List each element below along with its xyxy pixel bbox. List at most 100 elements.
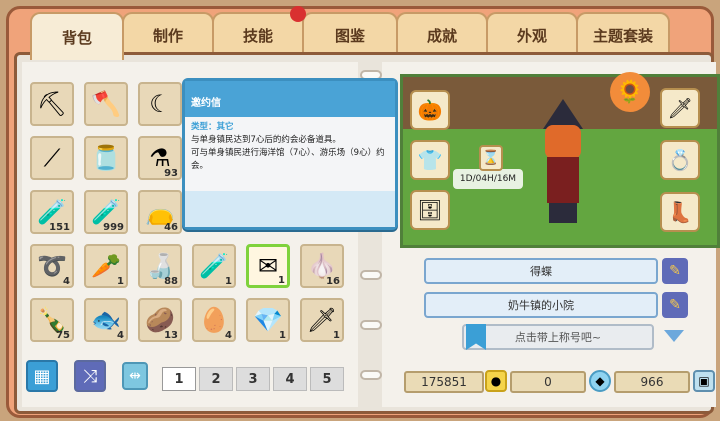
inventory-slot[interactable]: 🪓 <box>84 82 128 126</box>
inventory-slot[interactable]: 💎 1 <box>246 298 290 342</box>
token-counter: 966 <box>614 371 690 393</box>
gem-icon: ◆ <box>589 370 611 392</box>
edit-farm-button[interactable]: ✎ <box>662 292 688 318</box>
item-count: 1 <box>279 330 286 341</box>
grid-icon: ▦ <box>33 365 51 387</box>
page-button-5[interactable]: 5 <box>310 367 344 391</box>
edit-name-button[interactable]: ✎ <box>662 258 688 284</box>
inventory-slot[interactable]: ☾ <box>138 82 182 126</box>
item-count: 88 <box>164 276 178 287</box>
page-button-2[interactable]: 2 <box>199 367 233 391</box>
boots-slot[interactable]: 👢 <box>660 192 700 232</box>
item-count: 93 <box>164 168 178 179</box>
shirt-icon: 👕 <box>417 148 443 172</box>
item-tooltip: 邀约信 类型：其它 与单身镇民达到7心后的约会必备道具。 可与单身镇民进行海洋馆… <box>182 78 398 230</box>
inventory-slot[interactable]: 🍶 88 <box>138 244 182 288</box>
item-count: 1 <box>333 330 340 341</box>
tab-label: 技能 <box>242 26 273 45</box>
gold-counter: 175851 <box>404 371 484 393</box>
tab-theme-sets[interactable]: 主题套装 <box>576 12 670 56</box>
spine-ring <box>360 270 382 280</box>
title-field[interactable]: 点击带上称号吧~ <box>462 324 654 350</box>
token-value: 966 <box>640 375 664 389</box>
item-count: 1 <box>117 276 124 287</box>
inventory-slot[interactable]: 🍾 75 <box>30 298 74 342</box>
tooltip-desc-2: 可与单身镇民进行海洋馆（7心）、游乐场（9心）约会。 <box>191 148 385 171</box>
sword-icon: 🗡 <box>667 96 693 120</box>
sort-icon: ⤨ <box>82 365 98 387</box>
page-button-3[interactable]: 3 <box>236 367 270 391</box>
inventory-slot[interactable]: 🫙 <box>84 136 128 180</box>
inventory-slot[interactable]: 🧪 151 <box>30 190 74 234</box>
gold-coin-icon: ● <box>485 370 507 392</box>
sort-button[interactable]: ⤨ <box>74 360 106 392</box>
inventory-slot[interactable]: 🧪 1 <box>192 244 236 288</box>
tooltip-type: 类型：其它 <box>191 122 234 132</box>
inventory-slot[interactable]: 🧄 16 <box>300 244 344 288</box>
title-placeholder: 点击带上称号吧~ <box>514 331 602 344</box>
inventory-slot[interactable]: ⛏ <box>30 82 74 126</box>
tab-crafting[interactable]: 制作 <box>122 12 214 56</box>
inventory-slot[interactable]: ✉ 1 <box>246 244 290 288</box>
page-button-1[interactable]: 1 <box>162 367 196 391</box>
tab-appearance[interactable]: 外观 <box>486 12 578 56</box>
inventory-slot[interactable]: 🥔 13 <box>138 298 182 342</box>
grid-view-button[interactable]: ▦ <box>26 360 58 392</box>
character-avatar <box>523 99 603 229</box>
inventory-slot[interactable]: ⟋ <box>30 136 74 180</box>
item-count: 4 <box>225 330 232 341</box>
item-count: 4 <box>117 330 124 341</box>
inventory-slot[interactable]: 👝 46 <box>138 190 182 234</box>
ring-slot[interactable]: 💍 <box>660 140 700 180</box>
inventory-slot[interactable]: 🗡 1 <box>300 298 344 342</box>
tooltip-footer <box>185 191 395 227</box>
spine-ring <box>360 370 382 380</box>
inventory-slot[interactable]: 🥚 4 <box>192 298 236 342</box>
furniture-slot[interactable]: 🗄 <box>410 190 450 230</box>
item-count: 999 <box>103 222 124 233</box>
inventory-slot[interactable]: 🧪 999 <box>84 190 128 234</box>
player-name-field[interactable]: 得蝶 <box>424 258 658 284</box>
page-button-4[interactable]: 4 <box>273 367 307 391</box>
jar-icon: 🫙 <box>91 144 121 172</box>
pickaxe-icon: ⛏ <box>36 90 68 118</box>
spine-ring <box>360 320 382 330</box>
pencil-icon: ✎ <box>669 263 681 279</box>
inventory-slot[interactable]: 🥕 1 <box>84 244 128 288</box>
inventory-slot[interactable]: ➰ 4 <box>30 244 74 288</box>
witch-hat-icon: 🎃 <box>417 98 443 122</box>
notification-dot <box>290 6 306 22</box>
inventory-slot[interactable]: 🐟 4 <box>84 298 128 342</box>
hat-slot[interactable]: 🎃 <box>410 90 450 130</box>
tab-label: 制作 <box>152 26 183 45</box>
item-count: 16 <box>326 276 340 287</box>
tab-achievements[interactable]: 成就 <box>396 12 488 56</box>
fishing-rod-icon: ⟋ <box>43 144 61 172</box>
weapon-slot[interactable]: 🗡 <box>660 88 700 128</box>
item-count: 75 <box>56 330 70 341</box>
hourglass-icon: ⌛ <box>479 145 503 171</box>
tab-label: 成就 <box>426 26 457 45</box>
tab-collection[interactable]: 图鉴 <box>302 12 398 56</box>
shirt-slot[interactable]: 👕 <box>410 140 450 180</box>
farm-name-field[interactable]: 奶牛镇的小院 <box>424 292 658 318</box>
tab-skills[interactable]: 技能 <box>212 12 304 56</box>
item-count: 46 <box>164 222 178 233</box>
item-count: 4 <box>63 276 70 287</box>
tab-label: 图鉴 <box>334 26 365 45</box>
item-count: 13 <box>164 330 178 341</box>
sunflower-icon: 🌻 <box>610 72 650 112</box>
tab-bag[interactable]: 背包 <box>30 12 124 60</box>
sickle-icon: ☾ <box>149 90 171 118</box>
split-button[interactable]: ⇹ <box>122 362 148 390</box>
gem-value: 0 <box>544 375 552 389</box>
tooltip-desc-1: 与单身镇民达到7心后的约会必备道具。 <box>191 135 341 145</box>
timer-label: 1D/04H/16M <box>453 169 523 189</box>
cabinet-icon: 🗄 <box>417 198 443 222</box>
farm-name: 奶牛镇的小院 <box>508 299 574 312</box>
love-letter-icon: ✉ <box>257 252 279 280</box>
tab-label: 外观 <box>516 26 547 45</box>
inventory-slot[interactable]: ⚗ 93 <box>138 136 182 180</box>
boots-icon: 👢 <box>667 200 693 224</box>
token-icon: ▣ <box>693 370 715 392</box>
